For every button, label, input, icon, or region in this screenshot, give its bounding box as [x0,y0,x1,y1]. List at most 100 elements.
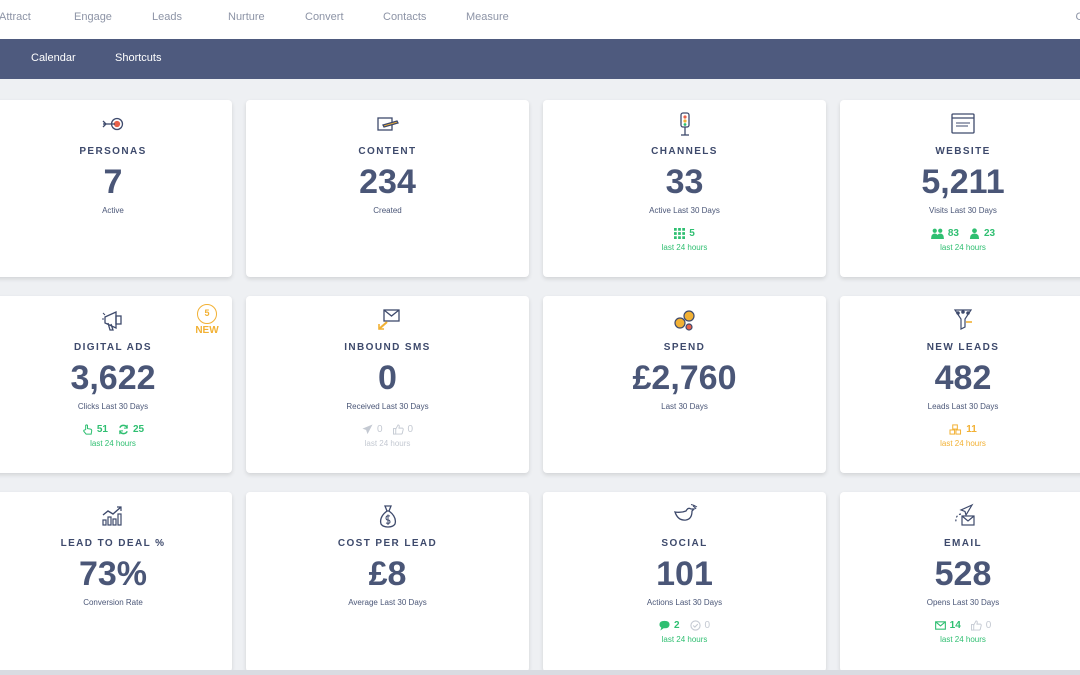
comment-icon [659,620,670,631]
card-value: 101 [656,555,713,593]
card-subtitle: Opens Last 30 Days [926,598,1000,607]
card-title: NEW LEADS [926,342,1000,353]
bottom-edge [0,670,1080,675]
leads-stat: 11 [949,424,977,435]
period-label: last 24 hours [661,243,708,252]
card-stats: 0 0 [246,424,529,435]
money-bag-icon [375,503,401,529]
new-label: NEW [195,325,219,336]
new-visitors-stat: 23 [969,228,995,239]
card-subtitle: Last 30 Days [661,402,708,411]
card-stats: 2 0 [543,620,826,631]
calendar-link[interactable]: Calendar [31,52,76,64]
period-label: last 24 hours [940,243,986,252]
personas-card[interactable]: PERSONAS 7 Active [0,100,232,277]
inbound-sms-card[interactable]: INBOUND SMS 0 Received Last 30 Days 0 0 … [246,296,529,473]
new-count-circle: 5 [197,304,217,324]
browser-window-icon [950,111,976,137]
users-icon [930,228,944,239]
card-stats: 51 25 [0,424,232,435]
card-title: INBOUND SMS [344,342,431,353]
nav-leads[interactable]: Leads [152,11,182,23]
card-title: CONTENT [358,146,417,157]
channels-stat: 5 [674,228,695,239]
card-value: 7 [103,163,123,201]
nav-measure[interactable]: Measure [466,11,509,23]
period-label: last 24 hours [661,635,708,644]
card-title: COST PER LEAD [337,538,438,549]
nav-contacts[interactable]: Contacts [383,11,426,23]
user-icon [969,228,980,239]
coins-icon [672,307,698,333]
growth-chart-icon [100,503,126,529]
nav-edge-item[interactable]: G [1075,11,1080,23]
paper-plane-icon [362,424,373,435]
website-card[interactable]: WEBSITE 5,211 Visits Last 30 Days 83 23 … [840,100,1080,277]
new-leads-card[interactable]: NEW LEADS 482 Leads Last 30 Days 11 last… [840,296,1080,473]
card-title: DIGITAL ADS [74,342,152,353]
nav-convert[interactable]: Convert [305,11,344,23]
card-subtitle: Actions Last 30 Days [646,598,723,607]
card-stats: 14 0 [840,620,1080,631]
period-label: last 24 hours [940,439,986,448]
cubes-icon [949,424,962,435]
likes-stat: 0 [970,620,991,631]
refresh-icon [118,424,129,435]
period-label: last 24 hours [90,439,136,448]
visitors-stat: 83 [930,228,959,239]
cost-per-lead-card[interactable]: COST PER LEAD £8 Average Last 30 Days [246,492,529,672]
pencil-document-icon [375,111,401,137]
card-stats: 83 23 [840,228,1080,239]
card-value: 73% [78,555,148,593]
retargets-stat: 25 [118,424,144,435]
email-card[interactable]: EMAIL 528 Opens Last 30 Days 14 0 last 2… [840,492,1080,672]
card-subtitle: Conversion Rate [83,598,143,607]
content-card[interactable]: CONTENT 234 Created [246,100,529,277]
card-value: 33 [665,163,704,201]
comments-stat: 2 [659,620,680,631]
bird-icon [672,503,698,529]
card-title: WEBSITE [935,146,991,157]
new-badge: 5 NEW [193,304,221,336]
shortcuts-link[interactable]: Shortcuts [115,52,161,64]
card-subtitle: Visits Last 30 Days [929,206,997,215]
traffic-light-icon [672,111,698,137]
card-subtitle: Average Last 30 Days [348,598,427,607]
card-value: 234 [359,163,416,201]
card-title: EMAIL [943,538,983,549]
thumbs-up-icon [970,620,982,631]
check-circle-icon [689,620,701,631]
card-title: LEAD TO DEAL % [60,538,166,549]
nav-engage[interactable]: Engage [74,11,112,23]
card-value: £8 [368,555,407,593]
megaphone-icon [100,307,126,333]
funnel-people-icon [950,307,976,333]
digital-ads-card[interactable]: 5 NEW DIGITAL ADS 3,622 Clicks Last 30 D… [0,296,232,473]
card-value: 3,622 [70,359,156,397]
card-value: 5,211 [921,163,1005,201]
spend-card[interactable]: SPEND £2,760 Last 30 Days [543,296,826,473]
likes-stat: 0 [392,424,413,435]
envelope-arrow-icon [375,307,401,333]
channels-card[interactable]: CHANNELS 33 Active Last 30 Days 5 last 2… [543,100,826,277]
card-subtitle: Leads Last 30 Days [927,402,999,411]
top-nav: Attract Engage Leads Nurture Convert Con… [0,0,1080,39]
approved-stat: 0 [689,620,710,631]
pointer-hand-icon [82,424,93,435]
period-label: last 24 hours [940,635,986,644]
card-stats: 11 [840,424,1080,435]
sent-stat: 0 [362,424,383,435]
card-subtitle: Clicks Last 30 Days [77,402,149,411]
nav-nurture[interactable]: Nurture [228,11,265,23]
nav-attract[interactable]: Attract [0,11,31,23]
card-stats: 5 [543,228,826,239]
lead-to-deal-card[interactable]: LEAD TO DEAL % 73% Conversion Rate [0,492,232,672]
grid-icon [674,228,686,239]
social-card[interactable]: SOCIAL 101 Actions Last 30 Days 2 0 last… [543,492,826,672]
card-value: £2,760 [632,359,737,397]
card-value: 482 [934,359,992,397]
sub-nav: Calendar Shortcuts [0,39,1080,79]
card-title: SOCIAL [661,538,708,549]
thumbs-up-icon [392,424,404,435]
period-label: last 24 hours [364,439,411,448]
